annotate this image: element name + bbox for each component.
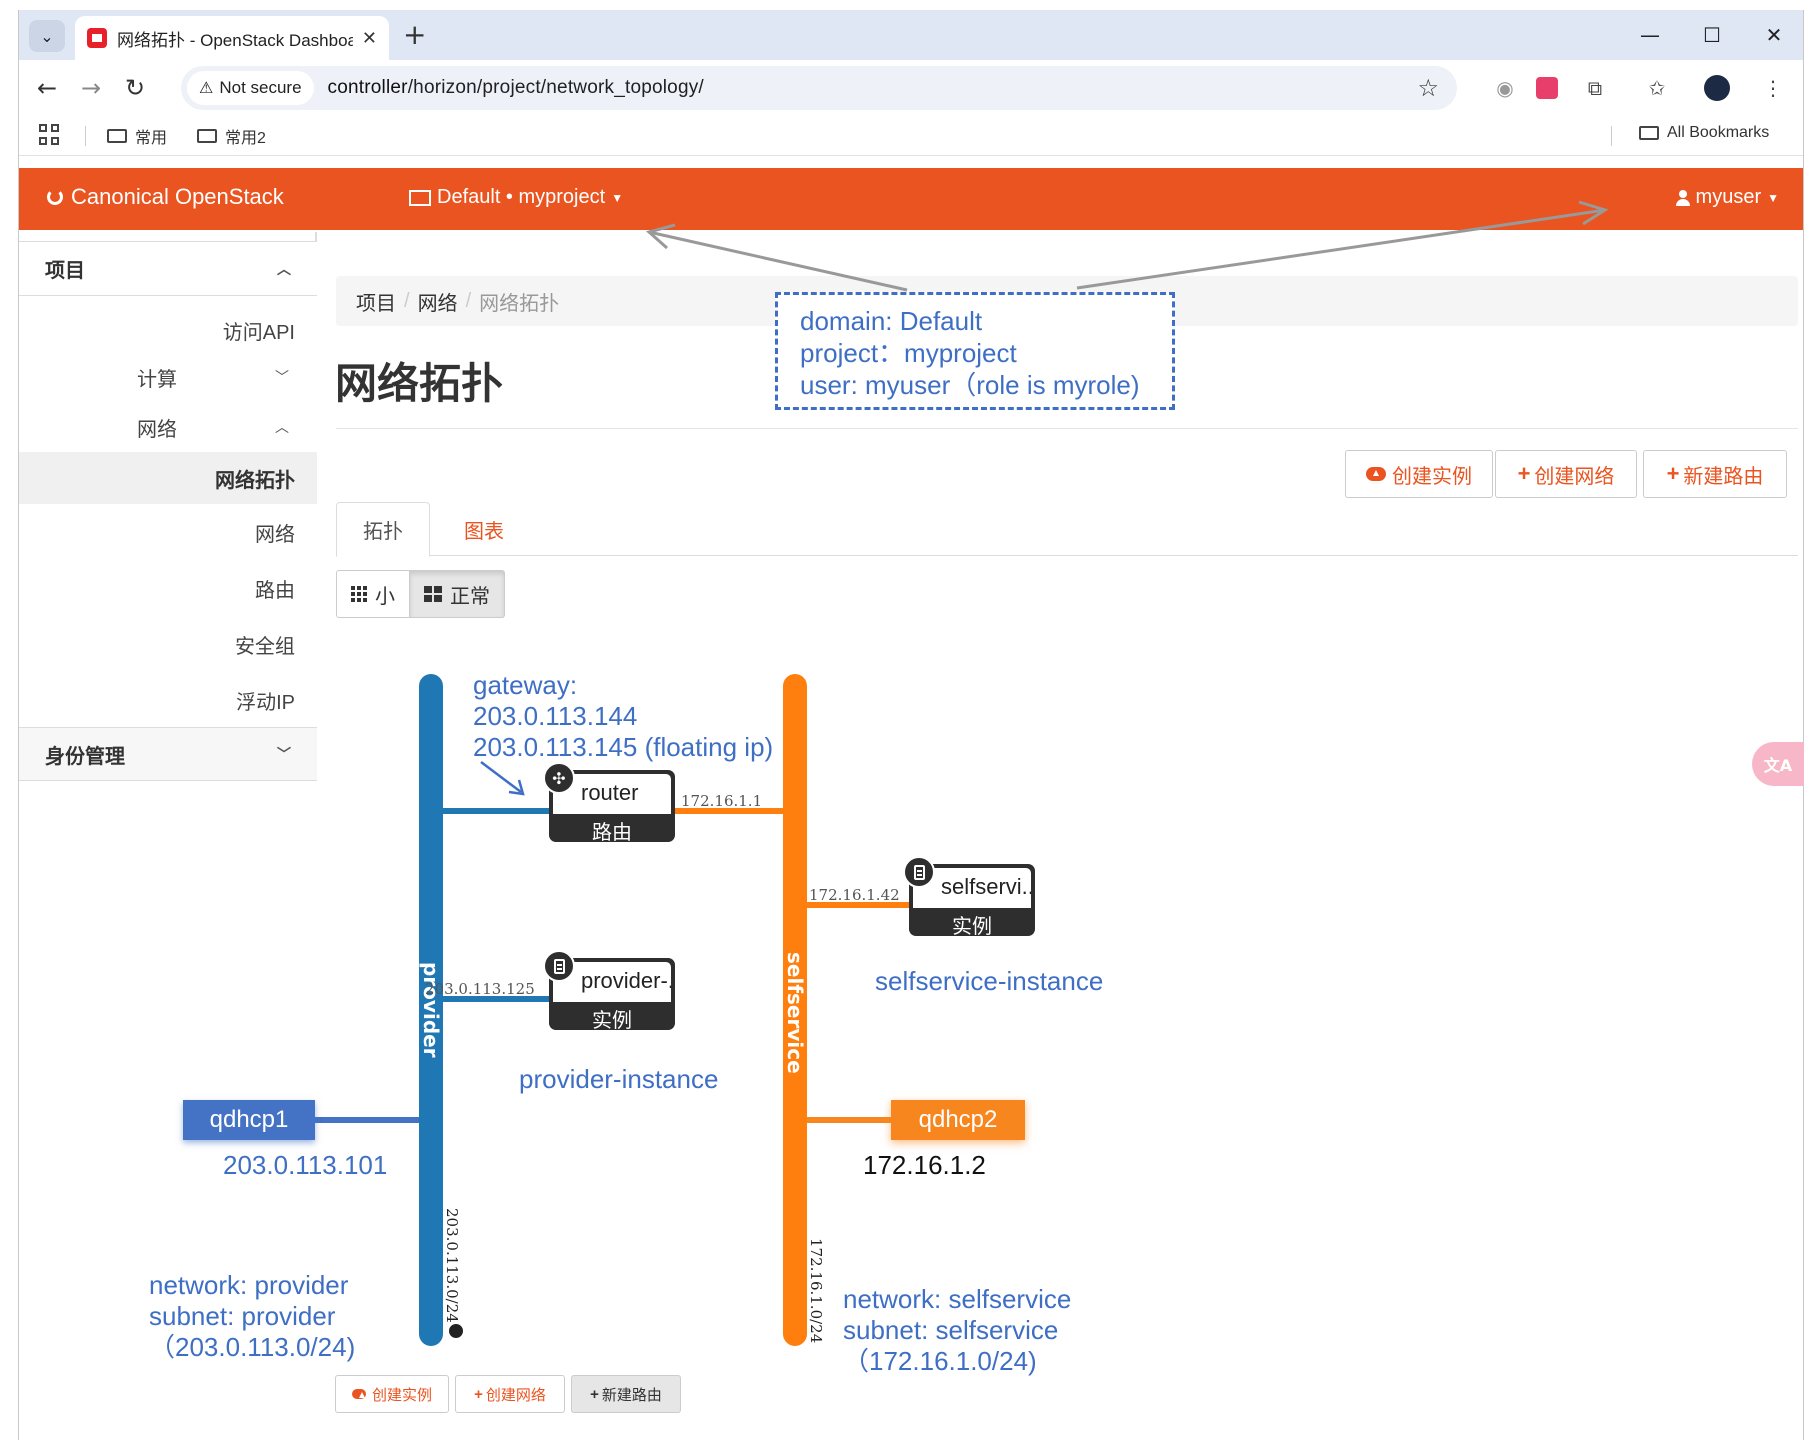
qdhcp1-box: qdhcp1 xyxy=(183,1100,315,1140)
qdhcp2-box: qdhcp2 xyxy=(891,1100,1025,1140)
translate-floating-button[interactable]: 文A xyxy=(1752,742,1804,786)
plus-icon: + xyxy=(474,1385,483,1403)
plus-icon: + xyxy=(590,1385,599,1403)
button-label: 创建实例 xyxy=(371,1386,432,1404)
globe-icon xyxy=(447,1322,465,1340)
network-cidr-provider: 203.0.113.0/24 xyxy=(443,1208,461,1323)
instance-node-selfservice[interactable]: selfservi.. 实例 xyxy=(903,856,1035,938)
link-provider-router xyxy=(429,808,549,814)
annotation-domain: domain: Default xyxy=(800,306,983,336)
annotation-qdhcp1-ip: 203.0.113.101 xyxy=(223,1150,388,1180)
annotation-user: user: myuser（role is myrole) xyxy=(800,370,1140,400)
network-name-provider: provider xyxy=(419,962,443,1058)
create-network-button-bottom[interactable]: + 创建网络 xyxy=(455,1375,565,1413)
annotation-floating-ip: 203.0.113.145 (floating ip) xyxy=(473,732,774,762)
annotation-arrows xyxy=(480,200,1609,796)
server-icon xyxy=(903,856,935,888)
arrow-to-project-selector xyxy=(648,230,908,292)
arrow-to-router xyxy=(480,761,522,793)
node-type: 实例 xyxy=(592,1010,632,1032)
cloud-upload-icon xyxy=(351,1389,366,1399)
annotation-selfservice-cidr: （172.16.1.0/24) xyxy=(843,1346,1037,1376)
annotation-selfservice-subnet: subnet: selfservice xyxy=(843,1315,1059,1345)
node-type: 路由 xyxy=(592,822,632,844)
router-node[interactable]: router 路由 ✣ xyxy=(543,762,675,844)
annotation-selfservice-instance: selfservice-instance xyxy=(875,966,1104,996)
node-type: 实例 xyxy=(952,916,992,938)
router-ip-label: 172.16.1.1 xyxy=(681,792,763,810)
create-router-button-bottom[interactable]: + 新建路由 xyxy=(571,1375,681,1413)
link-qdhcp2 xyxy=(805,1117,893,1123)
server-icon xyxy=(543,950,575,982)
annotation-gateway-title: gateway: xyxy=(473,670,578,700)
instance-ip-label: 172.16.1.42 xyxy=(809,886,900,904)
network-name-selfservice: selfservice xyxy=(783,952,807,1074)
browser-window: ⌄ 网络拓扑 - OpenStack Dashboard ✕ + — ☐ ✕ ←… xyxy=(18,10,1804,1440)
annotation-provider-network: network: provider xyxy=(149,1270,349,1300)
link-qdhcp1 xyxy=(315,1117,425,1123)
annotation-provider-instance: provider-instance xyxy=(519,1064,719,1094)
annotation-qdhcp2-ip: 172.16.1.2 xyxy=(863,1150,986,1180)
annotation-provider-subnet: subnet: provider xyxy=(149,1301,336,1331)
annotation-gateway-ip: 203.0.113.144 xyxy=(473,701,638,731)
instance-node-provider[interactable]: provider-.. 实例 xyxy=(543,950,675,1032)
annotation-selfservice-network: network: selfservice xyxy=(843,1284,1072,1314)
scope-annotation-box: domain: Default project：myproject user: … xyxy=(775,292,1175,410)
button-label: 创建网络 xyxy=(485,1386,546,1404)
router-arrows-icon: ✣ xyxy=(543,762,575,794)
create-instance-button-bottom[interactable]: 创建实例 xyxy=(335,1375,449,1413)
button-label: 新建路由 xyxy=(601,1386,662,1404)
network-topology-canvas: provider 203.0.113.0/24 selfservice 172.… xyxy=(19,10,1803,1440)
instance-ip-label: 203.0.113.125 xyxy=(425,980,535,998)
annotation-project: project：myproject xyxy=(800,338,1017,368)
annotation-provider-cidr: （203.0.113.0/24) xyxy=(149,1332,356,1362)
arrow-to-user-menu xyxy=(1076,208,1606,290)
network-cidr-selfservice: 172.16.1.0/24 xyxy=(807,1238,825,1344)
